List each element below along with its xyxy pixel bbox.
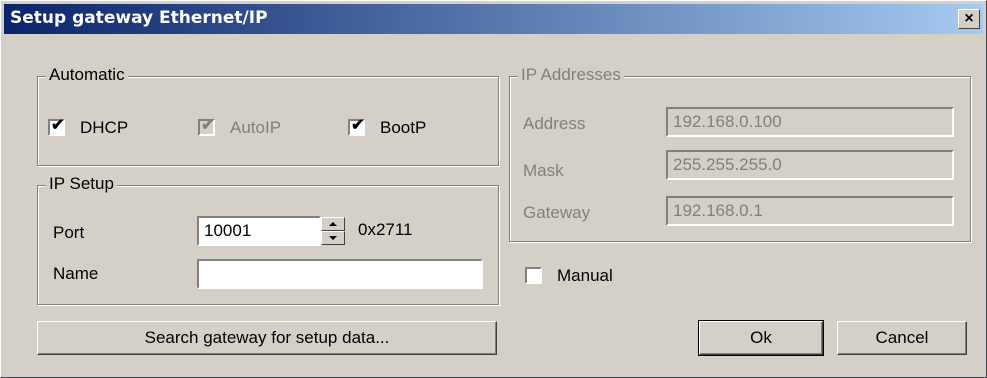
title-bar: Setup gateway Ethernet/IP × [4, 4, 983, 34]
port-input[interactable]: 10001 [197, 216, 321, 246]
arrow-up-icon [329, 222, 337, 226]
ok-button[interactable]: Ok [698, 320, 824, 356]
address-label: Address [523, 114, 586, 133]
check-icon: ✔ [201, 117, 215, 134]
name-input[interactable] [197, 259, 483, 289]
automatic-legend: Automatic [46, 65, 128, 85]
spin-up-button[interactable] [321, 217, 345, 231]
autoip-checkbox: ✔ [198, 117, 215, 136]
close-button[interactable]: × [958, 9, 980, 29]
bootp-checkbox[interactable]: ✔ [348, 117, 365, 136]
spin-down-button[interactable] [321, 231, 345, 245]
mask-label: Mask [523, 161, 564, 180]
ip-addresses-group: IP Addresses Address 192.168.0.100 Mask … [509, 65, 971, 242]
manual-label[interactable]: Manual [557, 266, 613, 286]
window-title: Setup gateway Ethernet/IP [10, 8, 268, 28]
gateway-label: Gateway [523, 203, 591, 222]
cancel-button[interactable]: Cancel [837, 321, 967, 355]
dhcp-label[interactable]: DHCP [80, 118, 128, 138]
mask-input: 255.255.255.0 [666, 150, 954, 180]
check-icon: ✔ [351, 117, 365, 134]
ip-addresses-legend: IP Addresses [518, 65, 624, 85]
name-label: Name [53, 264, 99, 283]
ip-setup-legend: IP Setup [46, 174, 117, 194]
automatic-group: Automatic ✔ DHCP ✔ AutoIP ✔ BootP [37, 65, 499, 166]
search-gateway-button[interactable]: Search gateway for setup data... [37, 321, 497, 355]
bootp-label[interactable]: BootP [380, 118, 426, 138]
address-input: 192.168.0.100 [666, 107, 954, 137]
port-hex-value: 0x2711 [358, 220, 413, 239]
ip-setup-group: IP Setup Port 10001 0x2711 Name [37, 174, 499, 305]
check-icon: ✔ [51, 117, 65, 134]
setup-gateway-dialog: Setup gateway Ethernet/IP × Automatic ✔ … [0, 0, 987, 378]
manual-checkbox[interactable] [525, 267, 542, 284]
port-label: Port [53, 223, 85, 242]
autoip-label: AutoIP [230, 118, 282, 137]
port-spinner[interactable] [321, 217, 345, 245]
gateway-input: 192.168.0.1 [666, 196, 954, 226]
dhcp-checkbox[interactable]: ✔ [48, 117, 65, 136]
arrow-down-icon [329, 236, 337, 240]
